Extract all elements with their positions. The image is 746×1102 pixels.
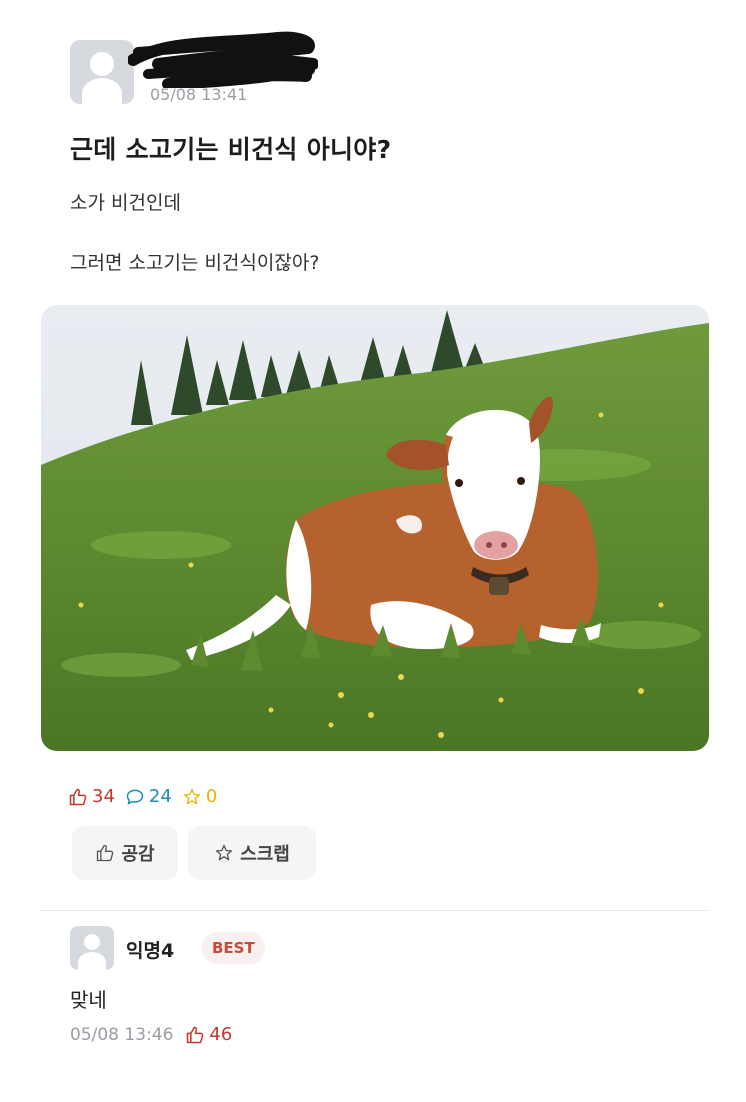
comment-count-value: 24 <box>148 786 172 807</box>
avatar-body <box>82 78 122 104</box>
scrap-button-label: 스크랩 <box>240 844 290 865</box>
comment-text: 맞네 <box>70 988 107 1012</box>
comment-like-button[interactable]: 46 <box>185 1024 232 1045</box>
author-avatar[interactable] <box>70 40 134 104</box>
thumbs-up-icon <box>69 788 87 805</box>
post-body-line: 그러면 소고기는 비건식이잖아? <box>70 252 320 274</box>
comment-meta: 05/08 13:46 46 <box>70 1024 232 1045</box>
best-badge: BEST <box>202 932 265 964</box>
comment-timestamp: 05/08 13:46 <box>70 1024 174 1045</box>
like-count-value: 34 <box>92 786 115 807</box>
star-icon <box>183 788 200 804</box>
comment-count: 24 <box>125 786 172 807</box>
post-body-line: 소가 비건인데 <box>70 192 181 214</box>
like-count: 34 <box>68 786 115 807</box>
redacted-author-name <box>128 31 318 88</box>
like-button[interactable]: 공감 <box>72 826 178 880</box>
avatar-head <box>84 934 100 950</box>
star-icon <box>215 844 233 861</box>
scrap-count: 0 <box>182 786 217 807</box>
comment-like-count: 46 <box>209 1024 233 1045</box>
comment-author[interactable]: 익명4 <box>126 936 174 963</box>
thumbs-up-icon <box>187 1026 204 1043</box>
avatar-body <box>78 952 106 970</box>
avatar-head <box>90 52 114 76</box>
post-stats: 34 24 0 <box>68 786 217 807</box>
divider <box>40 910 708 911</box>
commenter-avatar[interactable] <box>70 926 114 970</box>
scrap-button[interactable]: 스크랩 <box>188 826 316 880</box>
like-button-label: 공감 <box>121 844 155 865</box>
post-title: 근데 소고기는 비건식 아니야? <box>70 135 392 164</box>
comment-bubble-icon <box>126 789 144 804</box>
post-timestamp: 05/08 13:41 <box>150 85 248 104</box>
thumbs-up-icon <box>97 844 114 862</box>
scrap-count-value: 0 <box>205 786 218 807</box>
post-photo[interactable] <box>41 305 709 751</box>
